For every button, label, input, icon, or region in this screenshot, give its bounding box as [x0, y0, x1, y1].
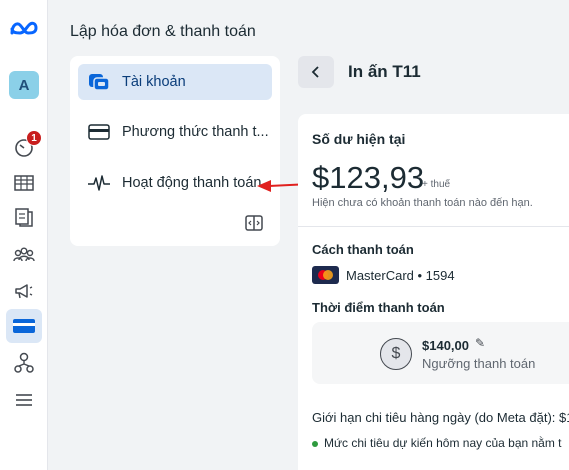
rail-table[interactable] — [6, 166, 42, 200]
nav-item-accounts[interactable]: Tài khoản — [78, 64, 272, 100]
rail-campaigns[interactable] — [6, 274, 42, 308]
dollar-icon: $ — [380, 338, 412, 370]
daily-limit-text: Giới hạn chi tiêu hàng ngày (do Meta đặt… — [312, 410, 569, 425]
left-rail: A 1 — [0, 0, 48, 470]
pages-icon — [15, 208, 33, 227]
back-button[interactable] — [298, 56, 334, 88]
avatar: A — [9, 71, 39, 99]
billing-card-icon — [13, 319, 35, 333]
rail-billing[interactable] — [6, 309, 42, 343]
section-title: Lập hóa đơn & thanh toán — [70, 23, 256, 40]
balance-label: Số dư hiện tại — [312, 131, 406, 147]
mastercard-icon — [312, 266, 339, 284]
accounts-icon — [86, 71, 112, 93]
threshold-box: $ $140,00 ✎ Ngưỡng thanh toán — [312, 322, 569, 384]
nav-item-payment-methods[interactable]: Phương thức thanh t... — [78, 114, 272, 150]
notification-badge: 1 — [26, 130, 42, 146]
rail-business-settings[interactable] — [6, 346, 42, 380]
edit-pencil-icon[interactable]: ✎ — [475, 336, 485, 350]
hamburger-menu-icon — [16, 394, 32, 406]
chevron-left-icon — [311, 66, 319, 78]
threshold-label: Ngưỡng thanh toán — [422, 356, 536, 371]
rail-dashboard[interactable]: 1 — [6, 130, 42, 164]
meta-logo-icon — [10, 21, 38, 35]
people-icon — [13, 247, 35, 262]
account-summary-card: Số dư hiện tại $123,93 + thuế Hiện chưa … — [298, 114, 569, 470]
billing-nav: Tài khoản Phương thức thanh t... Hoạt độ… — [70, 56, 280, 246]
due-note: Hiện chưa có khoản thanh toán nào đến hạ… — [312, 197, 533, 209]
estimate-text: Mức chi tiêu dự kiến hôm nay của bạn nằm… — [312, 436, 562, 450]
payment-timing-label: Thời điểm thanh toán — [312, 300, 445, 315]
nav-item-payment-activity[interactable]: Hoạt động thanh toán — [78, 165, 272, 201]
table-icon — [14, 175, 34, 191]
rail-menu[interactable] — [6, 383, 42, 417]
balance-amount: $123,93 — [312, 160, 425, 195]
nav-item-label: Tài khoản — [122, 74, 186, 90]
tax-note: + thuế — [422, 179, 451, 190]
collapse-panel-icon[interactable] — [244, 214, 264, 232]
estimate-label: Mức chi tiêu dự kiến hôm nay của bạn nằm… — [324, 436, 562, 450]
meta-logo[interactable] — [6, 12, 42, 46]
rail-pages[interactable] — [6, 200, 42, 234]
nav-item-label: Phương thức thanh t... — [122, 124, 269, 140]
status-dot-icon — [312, 440, 318, 447]
payment-method-label: Cách thanh toán — [312, 242, 414, 257]
nav-item-label: Hoạt động thanh toán — [122, 175, 262, 191]
hierarchy-icon — [14, 352, 34, 373]
rail-audience[interactable] — [6, 238, 42, 272]
megaphone-icon — [15, 284, 33, 299]
threshold-amount: $140,00 — [422, 338, 469, 353]
activity-pulse-icon — [86, 172, 112, 194]
account-avatar[interactable]: A — [6, 68, 42, 102]
page-title: In ấn T11 — [348, 62, 421, 81]
divider — [298, 226, 569, 227]
card-text: MasterCard • 1594 — [346, 268, 455, 283]
credit-card-icon — [86, 121, 112, 143]
